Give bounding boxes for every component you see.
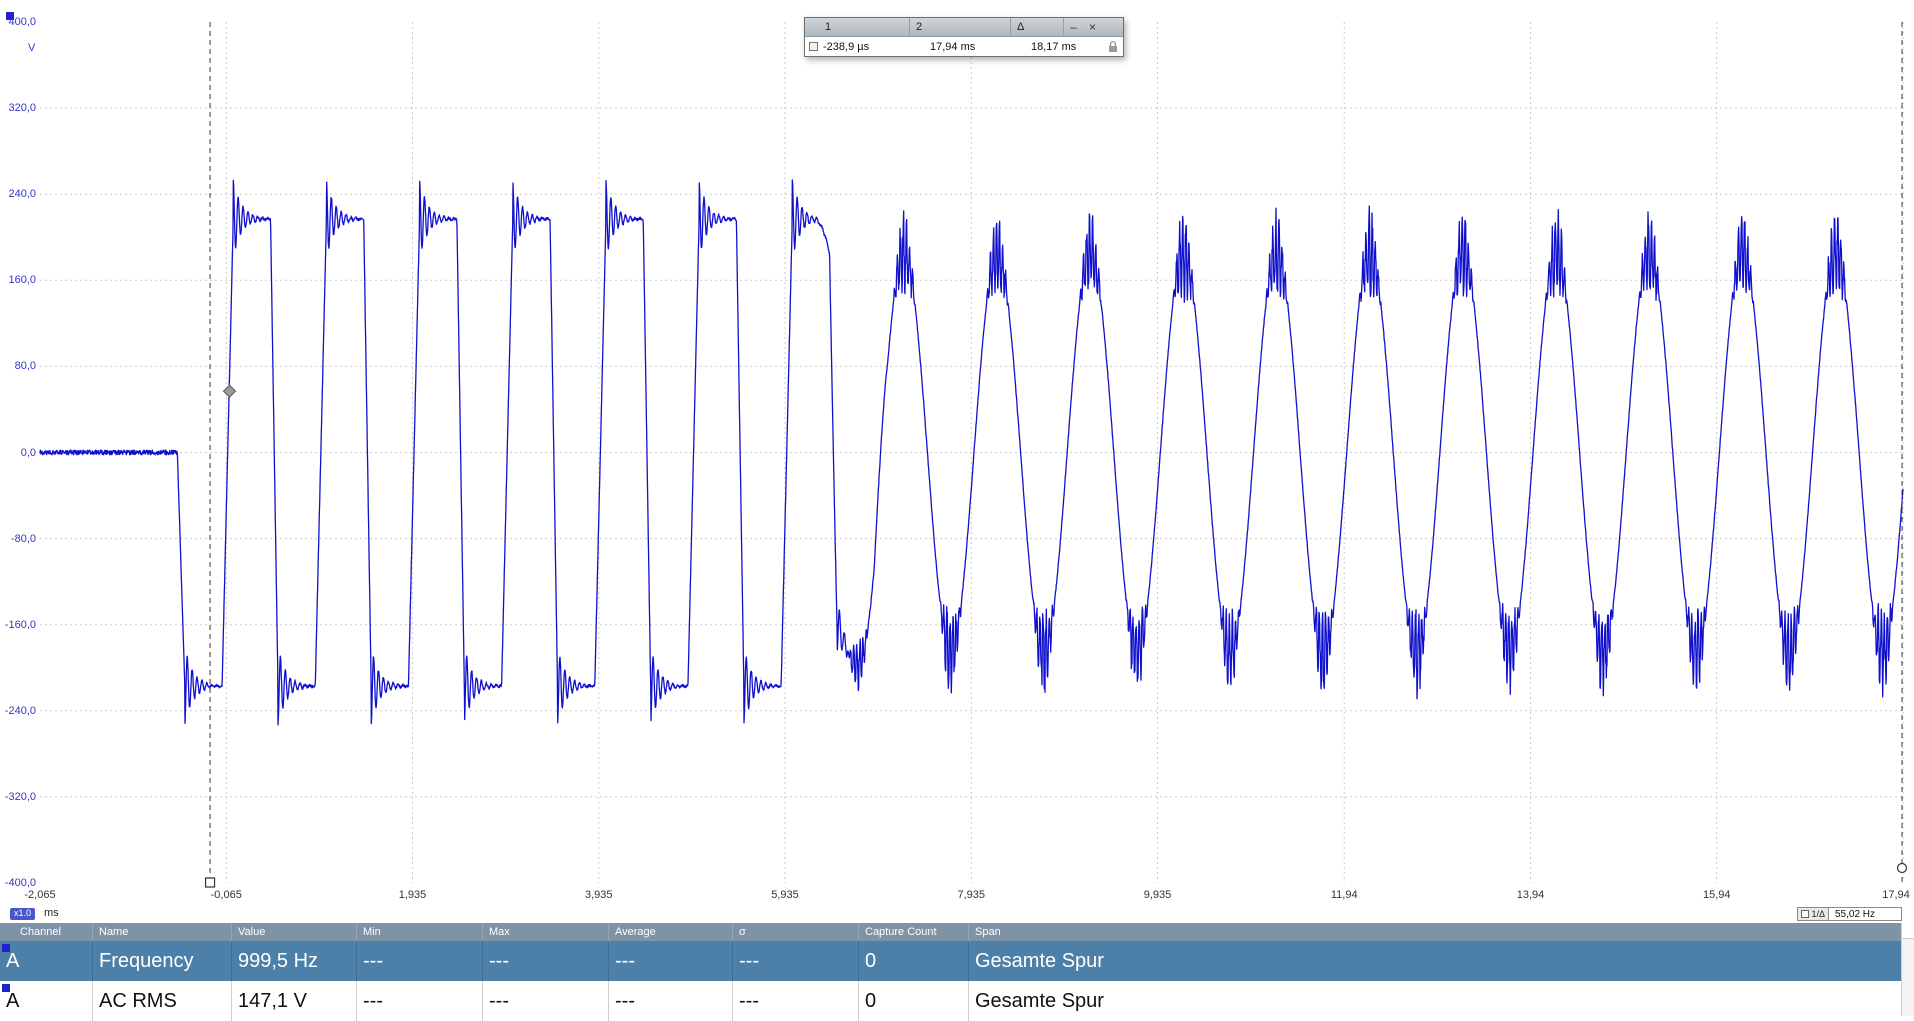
cursor-2-handle[interactable] xyxy=(1898,864,1907,873)
grid-lines xyxy=(40,22,1903,883)
x-axis-labels: -2,065 -0,065 1,935 3,935 5,935 7,935 9,935 11,… xyxy=(0,889,1914,905)
y-axis-unit: V xyxy=(28,42,35,54)
x-tick-label: 15,94 xyxy=(1703,889,1731,901)
cell-max: --- xyxy=(483,981,609,1021)
x-axis-unit: ms xyxy=(44,907,59,919)
x-tick-label: 7,935 xyxy=(958,889,986,901)
cell-average: --- xyxy=(609,981,733,1021)
ruler-minimize-button[interactable]: – xyxy=(1064,18,1083,36)
x-tick-label: 13,94 xyxy=(1517,889,1545,901)
cell-name: Frequency xyxy=(93,941,232,981)
cell-channel: A xyxy=(0,981,93,1021)
cell-min: --- xyxy=(357,941,483,981)
ruler-delta-value: 18,17 ms xyxy=(1025,41,1097,53)
cell-value: 147,1 V xyxy=(232,981,357,1021)
measurements-table: ChannelNameValueMinMaxAverageσCapture Co… xyxy=(0,923,1914,1021)
column-header-min[interactable]: Min xyxy=(357,923,483,941)
x-tick-label: -0,065 xyxy=(211,889,242,901)
y-tick-label: 160,0 xyxy=(8,274,36,286)
ruler-col-1-header: 1 xyxy=(805,18,910,36)
ruler-cursor-2-value: 17,94 ms xyxy=(924,41,1025,53)
x-tick-label: 9,935 xyxy=(1144,889,1172,901)
y-tick-label: 80,0 xyxy=(15,360,36,372)
ruler-col-2-header: 2 xyxy=(910,18,1011,36)
ruler-header[interactable]: 1 2 Δ – × xyxy=(805,18,1123,37)
scope-canvas[interactable] xyxy=(0,0,1914,905)
x-axis-strip: x1.0 ms 1/Δ 55,02 Hz xyxy=(0,906,1914,923)
cell-sigma: --- xyxy=(733,941,859,981)
column-header-value[interactable]: Value xyxy=(232,923,357,941)
y-axis-labels: 400,0 320,0 240,0 160,0 80,0 0,0 -80,0 -160,0 -2… xyxy=(0,0,38,905)
y-tick-label: 240,0 xyxy=(8,188,36,200)
y-tick-label: -160,0 xyxy=(5,619,36,631)
cell-span: Gesamte Spur xyxy=(969,941,1914,981)
x-scale-badge[interactable]: x1.0 xyxy=(10,908,35,920)
time-cursor-1[interactable] xyxy=(206,22,215,887)
ruler-cursor-1-value: -238,9 µs xyxy=(821,41,924,53)
column-header-sigma[interactable]: σ xyxy=(733,923,859,941)
channel-color-chip xyxy=(2,984,10,992)
x-tick-label: -2,065 xyxy=(24,889,55,901)
cell-name: AC RMS xyxy=(93,981,232,1021)
ruler-close-button[interactable]: × xyxy=(1083,18,1102,36)
one-over-delta-icon[interactable] xyxy=(1801,910,1809,918)
measurement-row-frequency[interactable]: AFrequency999,5 Hz------------0Gesamte S… xyxy=(0,941,1914,981)
column-header-average[interactable]: Average xyxy=(609,923,733,941)
cell-average: --- xyxy=(609,941,733,981)
y-tick-label: 320,0 xyxy=(8,102,36,114)
table-scrollbar[interactable] xyxy=(1901,923,1914,1016)
frequency-readout[interactable]: 1/Δ 55,02 Hz xyxy=(1797,907,1902,921)
cell-capture_count: 0 xyxy=(859,981,969,1021)
scrollbar-button[interactable] xyxy=(1902,923,1914,939)
channel-color-chip xyxy=(2,944,10,952)
y-tick-label: 400,0 xyxy=(8,16,36,28)
measurement-row-ac-rms[interactable]: AAC RMS147,1 V------------0Gesamte Spur xyxy=(0,981,1914,1021)
cell-sigma: --- xyxy=(733,981,859,1021)
x-tick-label: 3,935 xyxy=(585,889,613,901)
table-header-row: ChannelNameValueMinMaxAverageσCapture Co… xyxy=(0,923,1914,941)
column-header-span[interactable]: Span xyxy=(969,923,1914,941)
y-tick-label: -240,0 xyxy=(5,705,36,717)
one-over-delta-label: 1/Δ xyxy=(1797,907,1829,921)
y-tick-label: -80,0 xyxy=(11,533,36,545)
x-tick-label: 1,935 xyxy=(399,889,427,901)
x-tick-label: 17,94 xyxy=(1882,889,1910,901)
column-header-max[interactable]: Max xyxy=(483,923,609,941)
y-tick-label: -320,0 xyxy=(5,791,36,803)
column-header-name[interactable]: Name xyxy=(93,923,232,941)
cell-max: --- xyxy=(483,941,609,981)
cell-min: --- xyxy=(357,981,483,1021)
trigger-marker[interactable] xyxy=(224,385,236,397)
x-tick-label: 11,94 xyxy=(1331,889,1358,901)
ruler-col-delta-header: Δ xyxy=(1011,18,1064,36)
lock-icon[interactable] xyxy=(1103,41,1123,53)
x-tick-label: 5,935 xyxy=(771,889,799,901)
column-header-capture_count[interactable]: Capture Count xyxy=(859,923,969,941)
cell-channel: A xyxy=(0,941,93,981)
cursor-ruler-overlay[interactable]: 1 2 Δ – × -238,9 µs 17,94 ms 18,17 ms xyxy=(804,17,1124,57)
cursor-1-handle[interactable] xyxy=(206,878,215,887)
y-tick-label: -400,0 xyxy=(5,877,36,889)
y-tick-label: 0,0 xyxy=(21,447,36,459)
cell-value: 999,5 Hz xyxy=(232,941,357,981)
ruler-handle-icon[interactable] xyxy=(809,42,818,51)
cell-span: Gesamte Spur xyxy=(969,981,1914,1021)
ruler-values-row: -238,9 µs 17,94 ms 18,17 ms xyxy=(805,37,1123,56)
cell-capture_count: 0 xyxy=(859,941,969,981)
column-header-channel[interactable]: Channel xyxy=(0,923,93,941)
one-over-delta-value: 55,02 Hz xyxy=(1829,907,1902,921)
